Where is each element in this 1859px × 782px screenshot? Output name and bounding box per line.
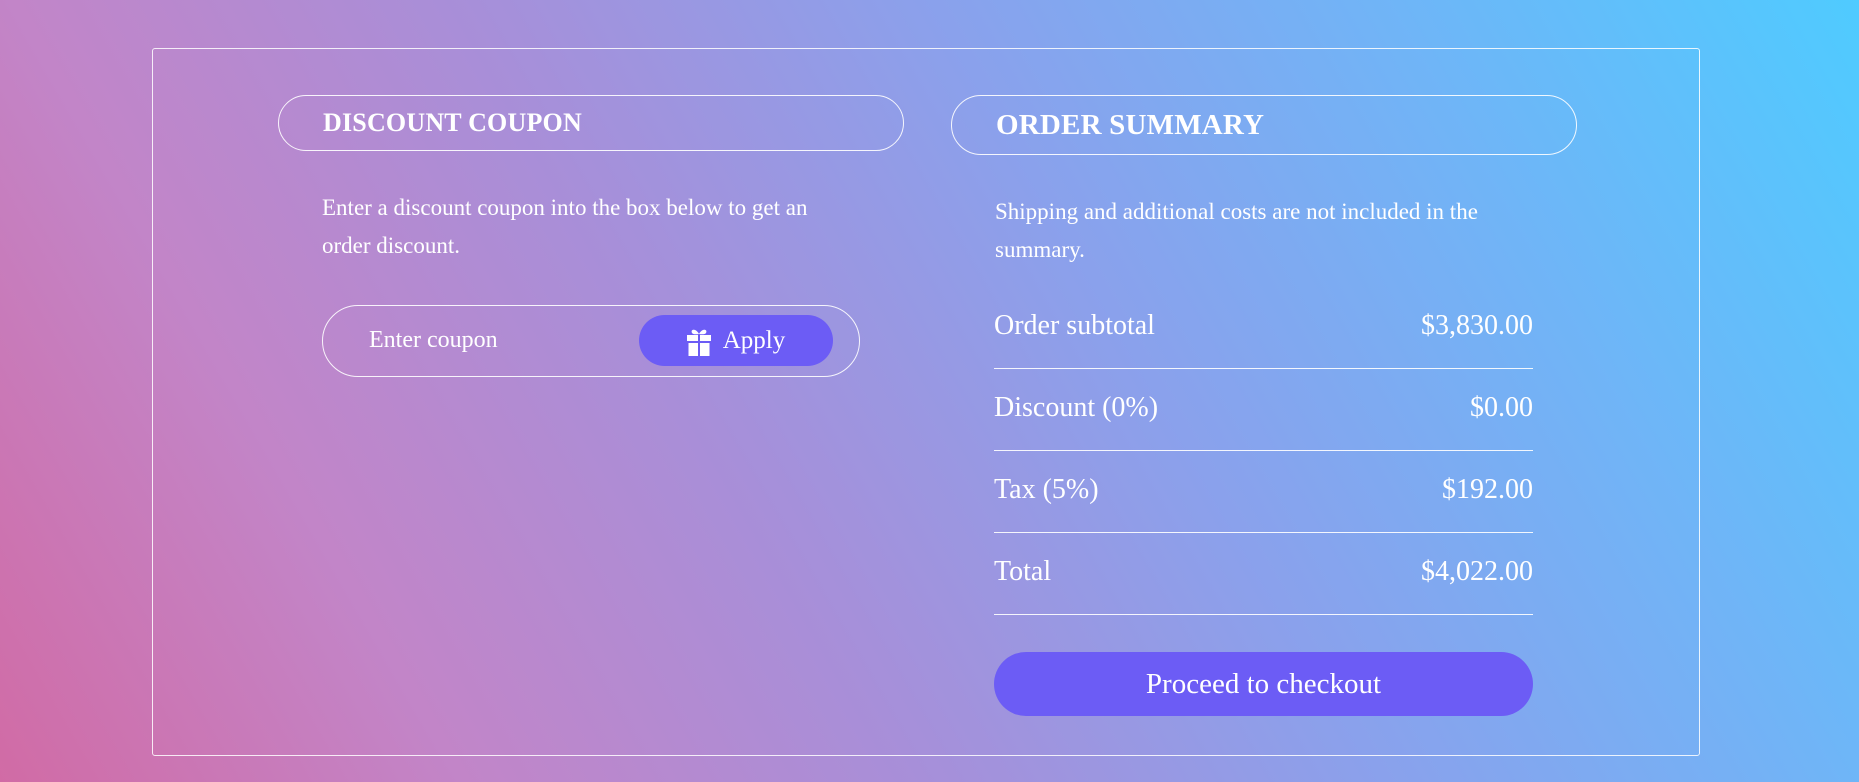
proceed-to-checkout-button[interactable]: Proceed to checkout	[994, 652, 1533, 716]
summary-row-label: Discount (0%)	[994, 391, 1159, 423]
apply-button-label: Apply	[722, 326, 786, 354]
summary-row-label: Total	[994, 555, 1052, 587]
summary-description: Shipping and additional costs are not in…	[995, 199, 1478, 262]
summary-table: Order subtotal $3,830.00 Discount (0%) $…	[994, 287, 1533, 615]
summary-row-total: Total $4,022.00	[994, 533, 1533, 615]
summary-row-subtotal: Order subtotal $3,830.00	[994, 287, 1533, 369]
order-summary-section: ORDER SUMMARY Shipping and additional co…	[951, 95, 1577, 716]
coupon-input[interactable]	[369, 320, 609, 360]
cart-panel: DISCOUNT COUPON Enter a discount coupon …	[152, 48, 1700, 756]
summary-row-label: Order subtotal	[994, 309, 1155, 341]
summary-section-title: ORDER SUMMARY	[951, 95, 1577, 155]
coupon-description: Enter a discount coupon into the box bel…	[322, 195, 808, 258]
summary-row-value: $3,830.00	[1421, 309, 1533, 341]
summary-row-label: Tax (5%)	[994, 473, 1099, 505]
coupon-form: Apply	[322, 305, 860, 377]
discount-coupon-section: DISCOUNT COUPON Enter a discount coupon …	[278, 95, 904, 377]
coupon-section-title: DISCOUNT COUPON	[278, 95, 904, 151]
summary-row-value: $4,022.00	[1421, 555, 1533, 587]
summary-row-tax: Tax (5%) $192.00	[994, 451, 1533, 533]
apply-coupon-button[interactable]: Apply	[639, 315, 833, 366]
summary-row-value: $192.00	[1442, 473, 1533, 505]
summary-row-value: $0.00	[1470, 391, 1533, 423]
gift-icon	[686, 326, 711, 356]
summary-row-discount: Discount (0%) $0.00	[994, 369, 1533, 451]
